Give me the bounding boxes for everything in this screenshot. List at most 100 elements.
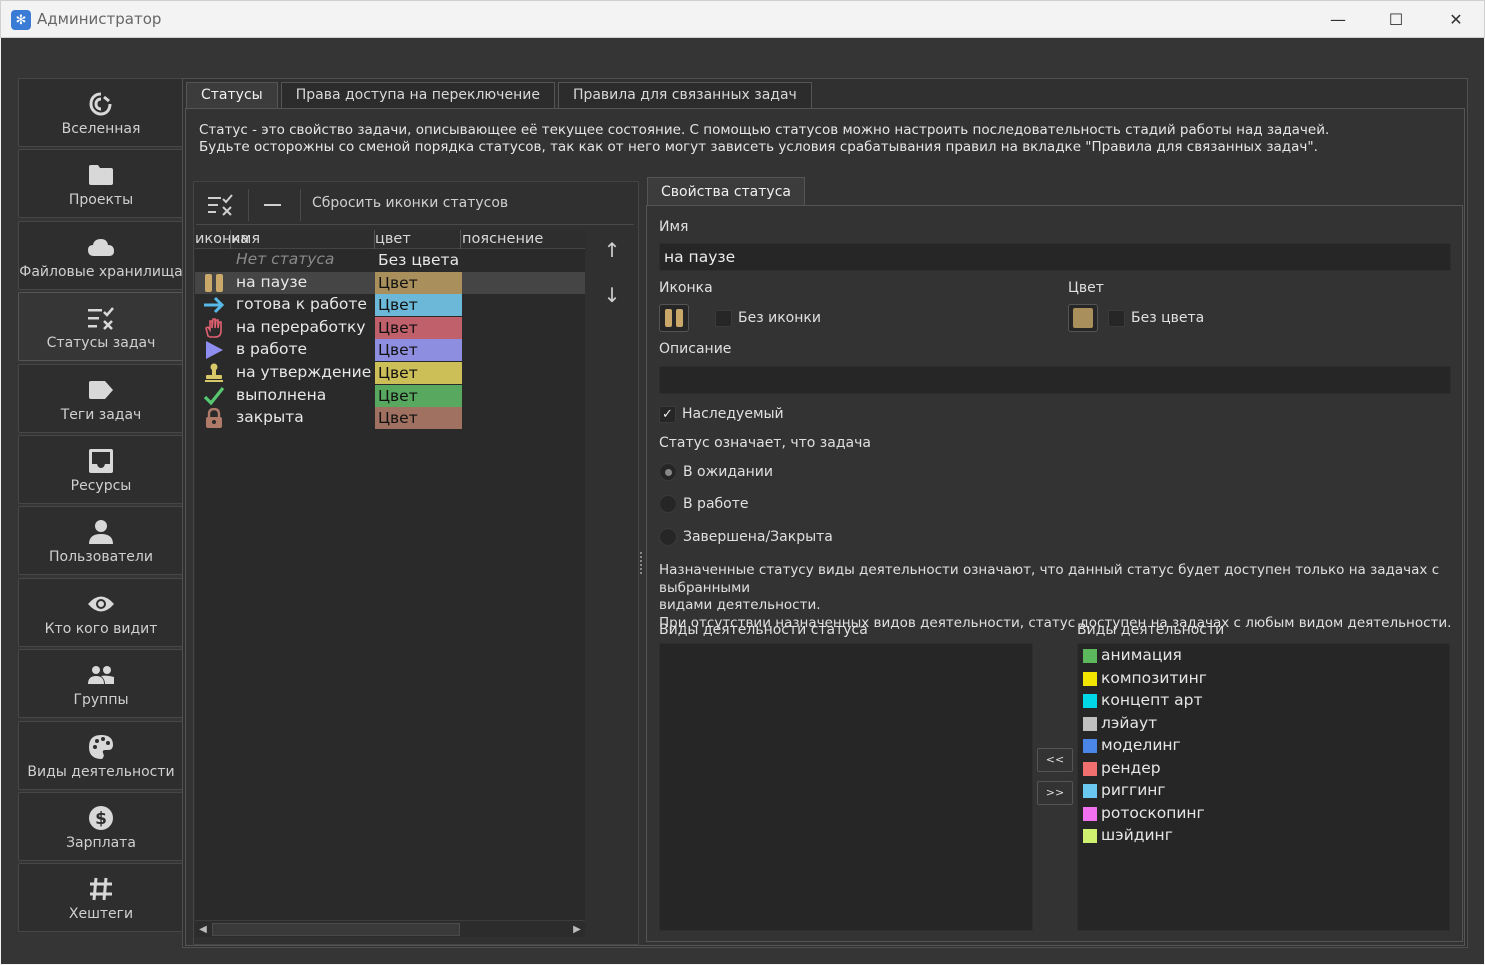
move-up-button[interactable]: ↑ xyxy=(600,238,624,262)
table-row[interactable]: Нет статуса Без цвета xyxy=(195,249,585,272)
pause-icon xyxy=(203,273,225,293)
close-icon[interactable]: ✕ xyxy=(1441,7,1471,33)
color-swatch xyxy=(1083,761,1097,776)
main-tabs: Статусы Права доступа на переключение Пр… xyxy=(186,82,815,108)
pause-icon xyxy=(665,309,683,327)
table-row[interactable]: выполнена Цвет xyxy=(195,384,585,408)
check-icon xyxy=(203,386,225,406)
color-swatch xyxy=(1083,671,1097,686)
scrollbar-thumb[interactable] xyxy=(212,923,460,936)
column-header-name[interactable]: имя xyxy=(231,230,375,249)
cloud-icon xyxy=(86,232,116,262)
color-cell[interactable]: Цвет xyxy=(375,339,462,362)
window-title: Администратор xyxy=(37,10,162,28)
list-item[interactable]: риггинг xyxy=(1078,780,1449,803)
sidebar-item-task-tags[interactable]: Теги задач xyxy=(18,363,184,433)
color-cell[interactable]: Цвет xyxy=(375,316,462,339)
sidebar-item-users[interactable]: Пользователи xyxy=(18,506,184,576)
color-swatch xyxy=(1083,784,1097,798)
sidebar-item-task-statuses[interactable]: Статусы задач xyxy=(18,292,184,362)
radio-completed[interactable] xyxy=(659,528,677,546)
radio-in-progress[interactable] xyxy=(659,495,677,513)
sidebar-item-activity-types[interactable]: Виды деятельности xyxy=(18,720,184,790)
icon-label: Иконка xyxy=(659,280,713,296)
status-description-text: Статус - это свойство задачи, описывающе… xyxy=(199,122,1330,155)
list-item[interactable]: моделинг xyxy=(1078,735,1449,758)
scroll-right-icon[interactable]: ▶ xyxy=(569,921,585,938)
table-row[interactable]: на переработку Цвет xyxy=(195,316,585,340)
add-status-button[interactable] xyxy=(204,191,238,219)
move-right-button[interactable]: >> xyxy=(1037,781,1073,805)
maximize-icon[interactable]: ☐ xyxy=(1381,7,1411,33)
sidebar-item-groups[interactable]: Группы xyxy=(18,649,184,719)
table-row[interactable]: закрыта Цвет xyxy=(195,407,585,430)
table-row[interactable]: на утверждение Цвет xyxy=(195,361,585,385)
list-item[interactable]: концепт арт xyxy=(1078,690,1449,713)
table-row[interactable]: в работе Цвет xyxy=(195,339,585,362)
toolbar-separator xyxy=(300,189,301,221)
radio-waiting[interactable] xyxy=(659,463,677,481)
name-field[interactable]: на паузе xyxy=(659,243,1451,271)
toolbar-separator xyxy=(248,189,249,221)
color-cell[interactable]: Цвет xyxy=(375,294,462,317)
status-icon-picker[interactable] xyxy=(659,304,689,332)
sidebar-item-universe[interactable]: Вселенная xyxy=(18,78,184,147)
sidebar-item-resources[interactable]: Ресурсы xyxy=(18,434,184,504)
color-cell[interactable]: Цвет xyxy=(375,271,462,294)
sidebar-item-who-sees-whom[interactable]: Кто кого видит xyxy=(18,577,184,647)
list-item[interactable]: шэйдинг xyxy=(1078,825,1449,848)
inherited-checkbox[interactable]: ✓ xyxy=(659,406,676,423)
status-activities-list[interactable] xyxy=(659,643,1033,931)
sidebar-item-hashtags[interactable]: Хештеги xyxy=(18,863,184,933)
list-item[interactable]: ротоскопинг xyxy=(1078,803,1449,826)
tab-status-properties[interactable]: Свойства статуса xyxy=(647,177,805,206)
all-activities-list[interactable]: анимация композитинг концепт арт лэйаут … xyxy=(1077,643,1450,931)
tab-related-task-rules[interactable]: Правила для связанных задач xyxy=(557,82,812,108)
splitter-handle[interactable] xyxy=(640,552,644,574)
list-item[interactable]: лэйаут xyxy=(1078,713,1449,736)
color-cell[interactable]: Цвет xyxy=(375,407,462,430)
list-item[interactable]: композитинг xyxy=(1078,668,1449,691)
move-down-button[interactable]: ↓ xyxy=(600,283,624,307)
svg-text:$: $ xyxy=(95,809,107,829)
hashtag-icon xyxy=(86,874,116,904)
table-row[interactable]: готова к работе Цвет xyxy=(195,294,585,317)
radio-in-progress-label: В работе xyxy=(683,496,749,512)
color-swatch xyxy=(1083,829,1097,843)
description-label: Описание xyxy=(659,341,732,357)
color-picker[interactable] xyxy=(1068,304,1098,332)
meaning-label: Статус означает, что задача xyxy=(659,435,871,451)
column-header-note[interactable]: пояснение xyxy=(462,230,585,249)
column-header-color[interactable]: цвет xyxy=(375,230,461,249)
color-cell[interactable]: Цвет xyxy=(375,384,462,407)
reset-icons-button[interactable]: Сбросить иконки статусов xyxy=(312,195,508,211)
hand-icon xyxy=(203,317,225,338)
scroll-left-icon[interactable]: ◀ xyxy=(195,921,211,938)
sidebar-item-file-storage[interactable]: Файловые хранилища xyxy=(18,220,184,290)
move-left-button[interactable]: << xyxy=(1037,748,1073,772)
no-color-checkbox[interactable] xyxy=(1108,310,1125,327)
name-label: Имя xyxy=(659,219,689,235)
column-header-icon[interactable]: иконка xyxy=(195,230,249,249)
status-list-icon xyxy=(86,303,116,333)
color-cell[interactable]: Цвет xyxy=(375,361,462,384)
list-item[interactable]: анимация xyxy=(1078,645,1449,668)
tab-switch-permissions[interactable]: Права доступа на переключение xyxy=(280,82,555,108)
table-row[interactable]: на паузе Цвет xyxy=(195,271,585,295)
no-icon-checkbox[interactable] xyxy=(715,310,732,327)
tab-statuses[interactable]: Статусы xyxy=(186,82,278,108)
all-activities-label: Виды деятельности xyxy=(1077,622,1225,638)
folder-icon xyxy=(86,160,116,190)
color-swatch xyxy=(1073,308,1093,328)
color-swatch xyxy=(1083,694,1097,708)
color-swatch xyxy=(1083,649,1097,663)
radio-waiting-label: В ожидании xyxy=(683,464,773,480)
remove-status-button[interactable] xyxy=(258,191,288,219)
horizontal-scrollbar[interactable]: ◀ ▶ xyxy=(195,920,585,937)
sidebar-item-projects[interactable]: Проекты xyxy=(18,149,184,219)
status-table: иконка имя цвет пояснение Нет статуса Бе… xyxy=(195,230,585,922)
minimize-icon[interactable]: — xyxy=(1323,7,1353,33)
sidebar-item-salary[interactable]: $ Зарплата xyxy=(18,791,184,861)
list-item[interactable]: рендер xyxy=(1078,758,1449,781)
description-field[interactable] xyxy=(659,366,1451,394)
